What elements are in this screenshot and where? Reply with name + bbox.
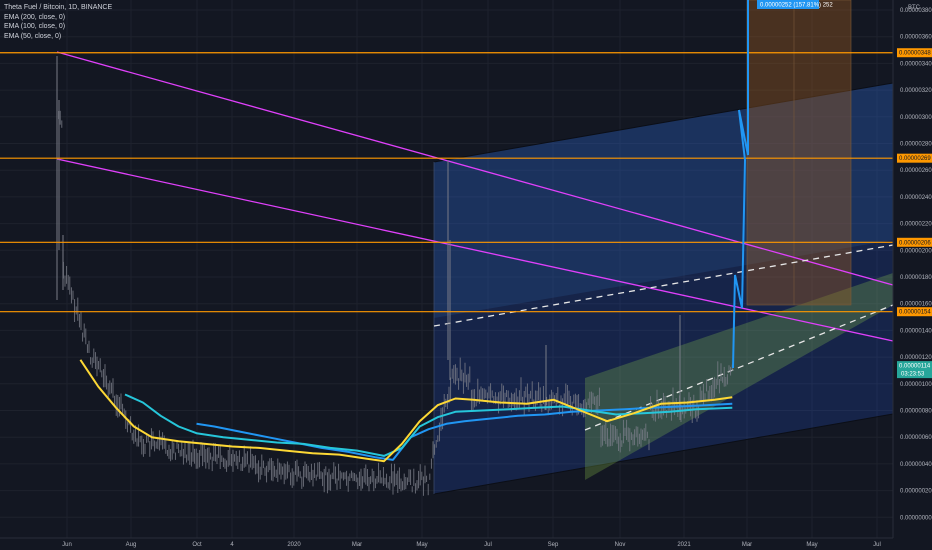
- price-axis-tick: 0.00000280: [900, 142, 932, 148]
- time-axis-tick: May: [806, 542, 817, 548]
- price-axis-tick: 0.00000040: [900, 462, 932, 468]
- ema100-legend: EMA (100, close, 0): [4, 23, 66, 30]
- price-axis-tick: 0.00000080: [900, 409, 932, 415]
- time-axis-tick: Sep: [548, 542, 559, 548]
- horizontal-level-tag-label: 0.00000348: [899, 51, 931, 57]
- time-axis-tick: 2021: [677, 542, 691, 548]
- price-axis-tick: 0.00000320: [900, 88, 932, 94]
- projection-label: 0.00000252 (157.81%) 252: [760, 3, 833, 9]
- time-axis-tick: Aug: [126, 542, 137, 548]
- time-axis-tick: Jul: [484, 542, 492, 548]
- time-axis-background: [0, 538, 932, 550]
- ema200-legend: EMA (200, close, 0): [4, 13, 66, 21]
- time-axis-tick: Mar: [742, 542, 752, 548]
- horizontal-level-tag-label: 0.00000154: [899, 310, 931, 316]
- price-axis-tick: 0.00000260: [900, 168, 932, 174]
- time-axis-tick: Nov: [615, 542, 626, 548]
- price-axis-tick: 0.00000360: [900, 35, 932, 41]
- time-axis-tick: May: [416, 542, 427, 548]
- symbol-title: Theta Fuel / Bitcoin, 1D, BINANCE: [4, 4, 113, 11]
- price-axis-tick: 0.00000160: [900, 302, 932, 308]
- current-price-label: 0.00000114: [899, 364, 931, 370]
- time-axis-tick: Mar: [352, 542, 362, 548]
- price-axis-tick: 0.00000140: [900, 328, 932, 334]
- price-axis-tick: 0.00000300: [900, 115, 932, 121]
- horizontal-level-tag-label: 0.00000206: [899, 240, 931, 246]
- ema50-legend: EMA (50, close, 0): [4, 32, 62, 40]
- price-chart[interactable]: 0.00000348 0.00000269 0.00000206 0.00000154…: [0, 0, 932, 550]
- price-axis-tick: 0.00000060: [900, 435, 932, 441]
- time-axis-tick: 2020: [287, 542, 301, 548]
- price-axis-tick: 0.00000220: [900, 222, 932, 228]
- chart-legend: Theta Fuel / Bitcoin, 1D, BINANCE EMA (2…: [4, 3, 112, 41]
- price-axis-tick: 0.00000240: [900, 195, 932, 201]
- time-axis-tick: Jul: [873, 542, 881, 548]
- price-axis-tick: 0.00000000: [900, 515, 932, 521]
- price-axis-tick: 0.00000120: [900, 355, 932, 361]
- horizontal-level-tag-label: 0.00000269: [899, 156, 931, 162]
- price-axis-tick: 0.00000100: [900, 382, 932, 388]
- countdown-label: 03:23:53: [901, 372, 925, 378]
- price-axis-tick: 0.00000340: [900, 61, 932, 67]
- currency-label: BTC: [908, 5, 921, 11]
- price-axis-tick: 0.00000200: [900, 248, 932, 254]
- price-axis-tick: 0.00000020: [900, 489, 932, 495]
- time-axis-tick: Oct: [192, 542, 202, 548]
- time-axis-tick: Jun: [62, 542, 72, 548]
- price-axis-tick: 0.00000180: [900, 275, 932, 281]
